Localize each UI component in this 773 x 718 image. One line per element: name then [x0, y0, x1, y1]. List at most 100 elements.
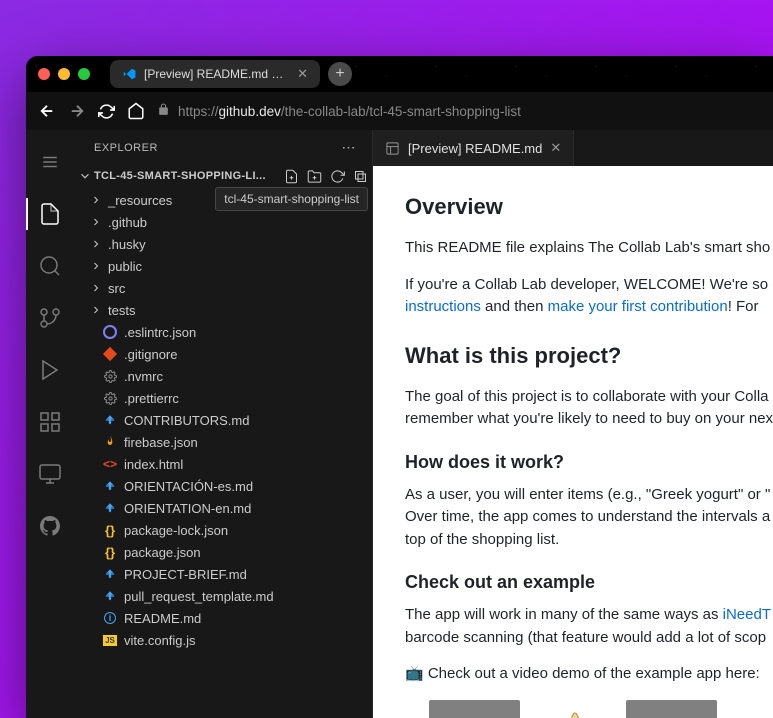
editor-tab[interactable]: [Preview] README.md ✕: [373, 130, 574, 166]
heading-overview: Overview: [405, 190, 741, 223]
url-text: https://github.dev/the-collab-lab/tcl-45…: [178, 104, 521, 119]
heading-what: What is this project?: [405, 339, 741, 372]
remote-activity[interactable]: [26, 450, 74, 498]
folder-name: public: [108, 259, 142, 274]
url-bar: https://github.dev/the-collab-lab/tcl-45…: [26, 92, 773, 130]
file-name: README.md: [124, 611, 201, 626]
browser-tab[interactable]: [Preview] README.md — tcl-4 ✕: [110, 60, 320, 88]
close-editor-tab-icon[interactable]: ✕: [550, 140, 561, 156]
folder-name: src: [108, 281, 125, 296]
file-item[interactable]: <>index.html: [74, 453, 372, 475]
new-folder-icon[interactable]: [307, 169, 322, 184]
activity-bar: [26, 130, 74, 718]
file-name: ORIENTACIÓN-es.md: [124, 479, 253, 494]
close-window-button[interactable]: [38, 68, 50, 80]
github-activity[interactable]: [26, 502, 74, 550]
file-item[interactable]: .nvmrc: [74, 365, 372, 387]
project-tooltip: tcl-45-smart-shopping-list: [215, 187, 368, 211]
sidebar-title: EXPLORER: [94, 142, 158, 154]
file-item[interactable]: .gitignore: [74, 343, 372, 365]
file-item[interactable]: .eslintrc.json: [74, 321, 372, 343]
file-name: .nvmrc: [124, 369, 163, 384]
refresh-icon[interactable]: [330, 169, 345, 184]
file-item[interactable]: {}package-lock.json: [74, 519, 372, 541]
editor-content[interactable]: Overview This README file explains The C…: [373, 166, 773, 718]
file-name: .prettierrc: [124, 391, 179, 406]
file-item[interactable]: ORIENTACIÓN-es.md: [74, 475, 372, 497]
demo-images: [429, 700, 717, 718]
reload-button[interactable]: [98, 103, 115, 120]
demo-image-center: [528, 700, 619, 718]
project-name: TCL-45-SMART-SHOPPING-LI...: [94, 170, 282, 182]
explorer-actions: [284, 169, 368, 184]
new-file-icon[interactable]: [284, 169, 299, 184]
lock-icon: [157, 103, 170, 119]
maximize-window-button[interactable]: [78, 68, 90, 80]
paragraph: 📺 Check out a video demo of the example …: [405, 663, 741, 686]
folder-item[interactable]: public: [74, 255, 372, 277]
sidebar: EXPLORER ⋯ TCL-45-SMART-SHOPPING-LI... t…: [74, 130, 373, 718]
browser-window: [Preview] README.md — tcl-4 ✕ + https://…: [26, 56, 773, 718]
folder-name: .husky: [108, 237, 146, 252]
folder-item[interactable]: .husky: [74, 233, 372, 255]
file-name: .eslintrc.json: [124, 325, 196, 340]
traffic-lights: [38, 68, 90, 80]
source-control-activity[interactable]: [26, 294, 74, 342]
collapse-all-icon[interactable]: [353, 169, 368, 184]
minimize-window-button[interactable]: [58, 68, 70, 80]
file-item[interactable]: {}package.json: [74, 541, 372, 563]
file-item[interactable]: JSvite.config.js: [74, 629, 372, 651]
file-name: .gitignore: [124, 347, 177, 362]
file-name: package.json: [124, 545, 201, 560]
folder-name: tests: [108, 303, 135, 318]
folder-name: .github: [108, 215, 147, 230]
menu-button[interactable]: [26, 138, 74, 186]
folder-name: _resources: [108, 193, 172, 208]
url-field[interactable]: https://github.dev/the-collab-lab/tcl-45…: [157, 103, 761, 119]
file-item[interactable]: firebase.json: [74, 431, 372, 453]
file-name: vite.config.js: [124, 633, 196, 648]
browser-tab-group: [Preview] README.md — tcl-4 ✕ +: [110, 60, 352, 88]
demo-image: [429, 700, 520, 718]
heading-how: How does it work?: [405, 449, 741, 476]
extensions-activity[interactable]: [26, 398, 74, 446]
link-first-contribution[interactable]: make your first contribution: [548, 298, 728, 315]
file-item[interactable]: PROJECT-BRIEF.md: [74, 563, 372, 585]
search-activity[interactable]: [26, 242, 74, 290]
new-tab-button[interactable]: +: [328, 62, 352, 86]
file-item[interactable]: pull_request_template.md: [74, 585, 372, 607]
folder-item[interactable]: .github: [74, 211, 372, 233]
explorer-activity[interactable]: [26, 190, 74, 238]
heading-example: Check out an example: [405, 569, 741, 596]
browser-tab-title: [Preview] README.md — tcl-4: [144, 67, 289, 81]
app: EXPLORER ⋯ TCL-45-SMART-SHOPPING-LI... t…: [26, 130, 773, 718]
file-item[interactable]: iREADME.md: [74, 607, 372, 629]
file-item[interactable]: CONTRIBUTORS.md: [74, 409, 372, 431]
file-tree: _resources .github .husky public src tests .es…: [74, 187, 372, 718]
paragraph: The app will work in many of the same wa…: [405, 604, 741, 649]
folder-item[interactable]: tests: [74, 299, 372, 321]
run-debug-activity[interactable]: [26, 346, 74, 394]
chevron-down-icon: [78, 169, 92, 183]
sidebar-more-icon[interactable]: ⋯: [342, 139, 357, 156]
home-button[interactable]: [127, 102, 145, 120]
titlebar: [Preview] README.md — tcl-4 ✕ +: [26, 56, 773, 92]
forward-button[interactable]: [68, 102, 86, 120]
editor-tab-title: [Preview] README.md: [408, 141, 542, 156]
grocery-bag-icon: [543, 710, 603, 718]
file-item[interactable]: .prettierrc: [74, 387, 372, 409]
file-name: CONTRIBUTORS.md: [124, 413, 249, 428]
close-tab-icon[interactable]: ✕: [297, 66, 308, 82]
back-button[interactable]: [38, 102, 56, 120]
file-name: package-lock.json: [124, 523, 228, 538]
paragraph: As a user, you will enter items (e.g., "…: [405, 484, 741, 552]
file-name: ORIENTATION-en.md: [124, 501, 251, 516]
paragraph: The goal of this project is to collabora…: [405, 386, 741, 431]
link-ineedto[interactable]: iNeedT: [723, 606, 771, 623]
explorer-section-header[interactable]: TCL-45-SMART-SHOPPING-LI... tcl-45-smart…: [74, 165, 372, 187]
file-name: pull_request_template.md: [124, 589, 274, 604]
demo-image: [626, 700, 717, 718]
folder-item[interactable]: src: [74, 277, 372, 299]
link-instructions[interactable]: instructions: [405, 298, 481, 315]
file-item[interactable]: ORIENTATION-en.md: [74, 497, 372, 519]
